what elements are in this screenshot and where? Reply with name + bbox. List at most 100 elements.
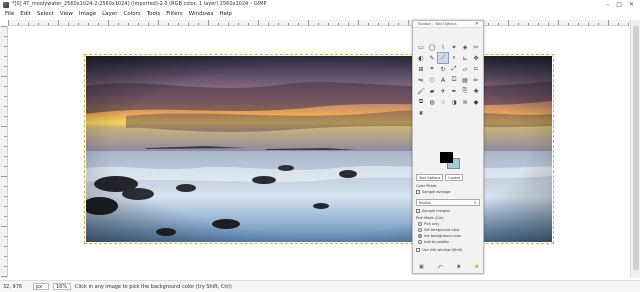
text-icon[interactable]: A — [438, 75, 448, 85]
menu-help[interactable]: Help — [219, 9, 232, 19]
warp-icon[interactable]: ≋ — [460, 97, 470, 107]
use-info-window-option[interactable]: Use info window (Shift) — [416, 248, 462, 253]
unit-selector[interactable]: px — [33, 283, 49, 290]
dodge-burn-icon[interactable]: ◑ — [449, 97, 459, 107]
toolbox-title-bar[interactable]: Toolbox – Tool Options ✕ — [413, 21, 483, 28]
minimize-button[interactable]: – — [606, 0, 609, 9]
color-select-icon[interactable]: ◈ — [460, 42, 470, 52]
ellipse-select-icon[interactable]: ◯ — [427, 42, 437, 52]
set-foreground-radio[interactable] — [418, 228, 422, 232]
menu-tools[interactable]: Tools — [147, 9, 161, 19]
ruler-tick — [4, 146, 7, 147]
ink-icon[interactable]: ✒ — [449, 86, 459, 96]
scale-icon[interactable]: ⤢ — [449, 64, 459, 74]
reset-icon[interactable]: ♣ — [475, 264, 479, 270]
foreground-select-icon[interactable]: ◐ — [416, 53, 426, 63]
ruler-tick — [1, 276, 7, 277]
menu-windows[interactable]: Windows — [189, 9, 214, 19]
tab-layers[interactable]: Layers — [445, 174, 464, 181]
vertical-ruler[interactable] — [0, 26, 8, 278]
menu-colors[interactable]: Colors — [123, 9, 140, 19]
perspective-clone-icon[interactable]: ⧉ — [416, 97, 426, 107]
move-icon[interactable]: ✥ — [471, 53, 481, 63]
rect-select-icon[interactable]: ▭ — [416, 42, 426, 52]
blend-icon[interactable]: ▤ — [460, 75, 470, 85]
handle-icon[interactable]: ◆ — [471, 97, 481, 107]
ruler-tick — [398, 23, 399, 25]
blur-icon[interactable]: ◍ — [427, 97, 437, 107]
add-to-palette-option[interactable]: Add to palette — [416, 240, 449, 245]
shear-icon[interactable]: ▱ — [460, 64, 470, 74]
save-icon[interactable]: ▣ — [419, 264, 424, 270]
eraser-icon[interactable]: ▰ — [427, 86, 437, 96]
align-icon[interactable]: ⊞ — [416, 64, 426, 74]
set-foreground-option[interactable]: Set foreground color — [416, 228, 460, 233]
color-picker-icon[interactable]: ⟋ — [437, 52, 449, 64]
foreground-color-swatch[interactable] — [440, 152, 453, 163]
sample-average-checkbox[interactable] — [416, 190, 420, 194]
menu-select[interactable]: Select — [37, 9, 54, 19]
ruler-tick — [508, 20, 509, 25]
menu-filters[interactable]: Filters — [166, 9, 183, 19]
ruler-tick — [578, 23, 579, 25]
delete-icon[interactable]: ✖ — [457, 264, 461, 270]
toolbox-close-button[interactable]: ✕ — [475, 21, 479, 28]
flip-icon[interactable]: ⇋ — [416, 75, 426, 85]
menu-edit[interactable]: Edit — [20, 9, 31, 19]
vertical-scrollbar[interactable] — [630, 20, 640, 278]
ruler-tick — [238, 23, 239, 25]
status-bar: 32, 976 px 16% Click in any image to pic… — [0, 280, 640, 292]
paths-icon[interactable]: ✎ — [427, 53, 437, 63]
ruler-tick — [268, 23, 269, 25]
sample-average-option[interactable]: Sample average — [416, 190, 451, 195]
ruler-tick — [158, 20, 159, 25]
pencil-icon[interactable]: ✏ — [471, 75, 481, 85]
ruler-tick — [308, 20, 309, 25]
perspective-icon[interactable]: ⏢ — [471, 64, 481, 74]
scrollbar-thumb[interactable] — [633, 26, 639, 270]
mypaint-brush-icon[interactable]: ❦ — [416, 108, 426, 118]
ruler-tick — [78, 23, 79, 25]
menu-layer[interactable]: Layer — [102, 9, 117, 19]
bucket-fill-icon[interactable]: ⛋ — [449, 75, 459, 85]
ruler-tick — [4, 86, 7, 87]
clone-icon[interactable]: ⎘ — [460, 86, 470, 96]
use-info-window-label: Use info window (Shift) — [422, 248, 463, 252]
tab-tool-options[interactable]: Tool Options — [416, 174, 444, 181]
window-controls: – □ ✕ — [606, 0, 634, 9]
close-window-button[interactable]: ✕ — [629, 0, 634, 9]
ruler-tick — [568, 23, 569, 25]
airbrush-icon[interactable]: ✈ — [438, 86, 448, 96]
menu-file[interactable]: File — [5, 9, 14, 19]
ruler-tick — [108, 20, 109, 25]
cage-icon[interactable]: ⬡ — [427, 75, 437, 85]
set-background-radio[interactable] — [418, 234, 422, 238]
pick-only-radio[interactable] — [418, 222, 422, 226]
smudge-icon[interactable]: ☝ — [438, 97, 448, 107]
paintbrush-icon[interactable]: 🖌 — [416, 86, 426, 96]
menu-view[interactable]: View — [60, 9, 73, 19]
radius-field[interactable]: Radius 3 — [416, 199, 480, 206]
set-background-option[interactable]: Set background color — [416, 234, 461, 239]
use-info-window-checkbox[interactable] — [416, 248, 420, 252]
zoom-icon[interactable]: ⌕ — [449, 53, 459, 63]
sample-merged-option[interactable]: Sample merged — [416, 209, 450, 214]
add-to-palette-radio[interactable] — [418, 240, 422, 244]
sample-merged-checkbox[interactable] — [416, 209, 420, 213]
ruler-tick — [1, 26, 7, 27]
measure-icon[interactable]: ⊾ — [460, 53, 470, 63]
free-select-icon[interactable]: ⌇ — [438, 42, 448, 52]
restore-icon[interactable]: ⤺ — [437, 264, 442, 270]
menu-image[interactable]: Image — [79, 9, 96, 19]
maximize-button[interactable]: □ — [616, 0, 622, 9]
pick-only-option[interactable]: Pick only — [416, 222, 439, 227]
ruler-tick — [4, 96, 7, 97]
crop-icon[interactable]: ⌗ — [427, 64, 437, 74]
rotate-icon[interactable]: ↻ — [438, 64, 448, 74]
zoom-selector[interactable]: 16% — [53, 283, 71, 290]
fuzzy-select-icon[interactable]: ✶ — [449, 42, 459, 52]
heal-icon[interactable]: ✚ — [471, 86, 481, 96]
ruler-tick — [168, 23, 169, 25]
ruler-tick — [328, 23, 329, 25]
scissors-icon[interactable]: ✂ — [471, 42, 481, 52]
